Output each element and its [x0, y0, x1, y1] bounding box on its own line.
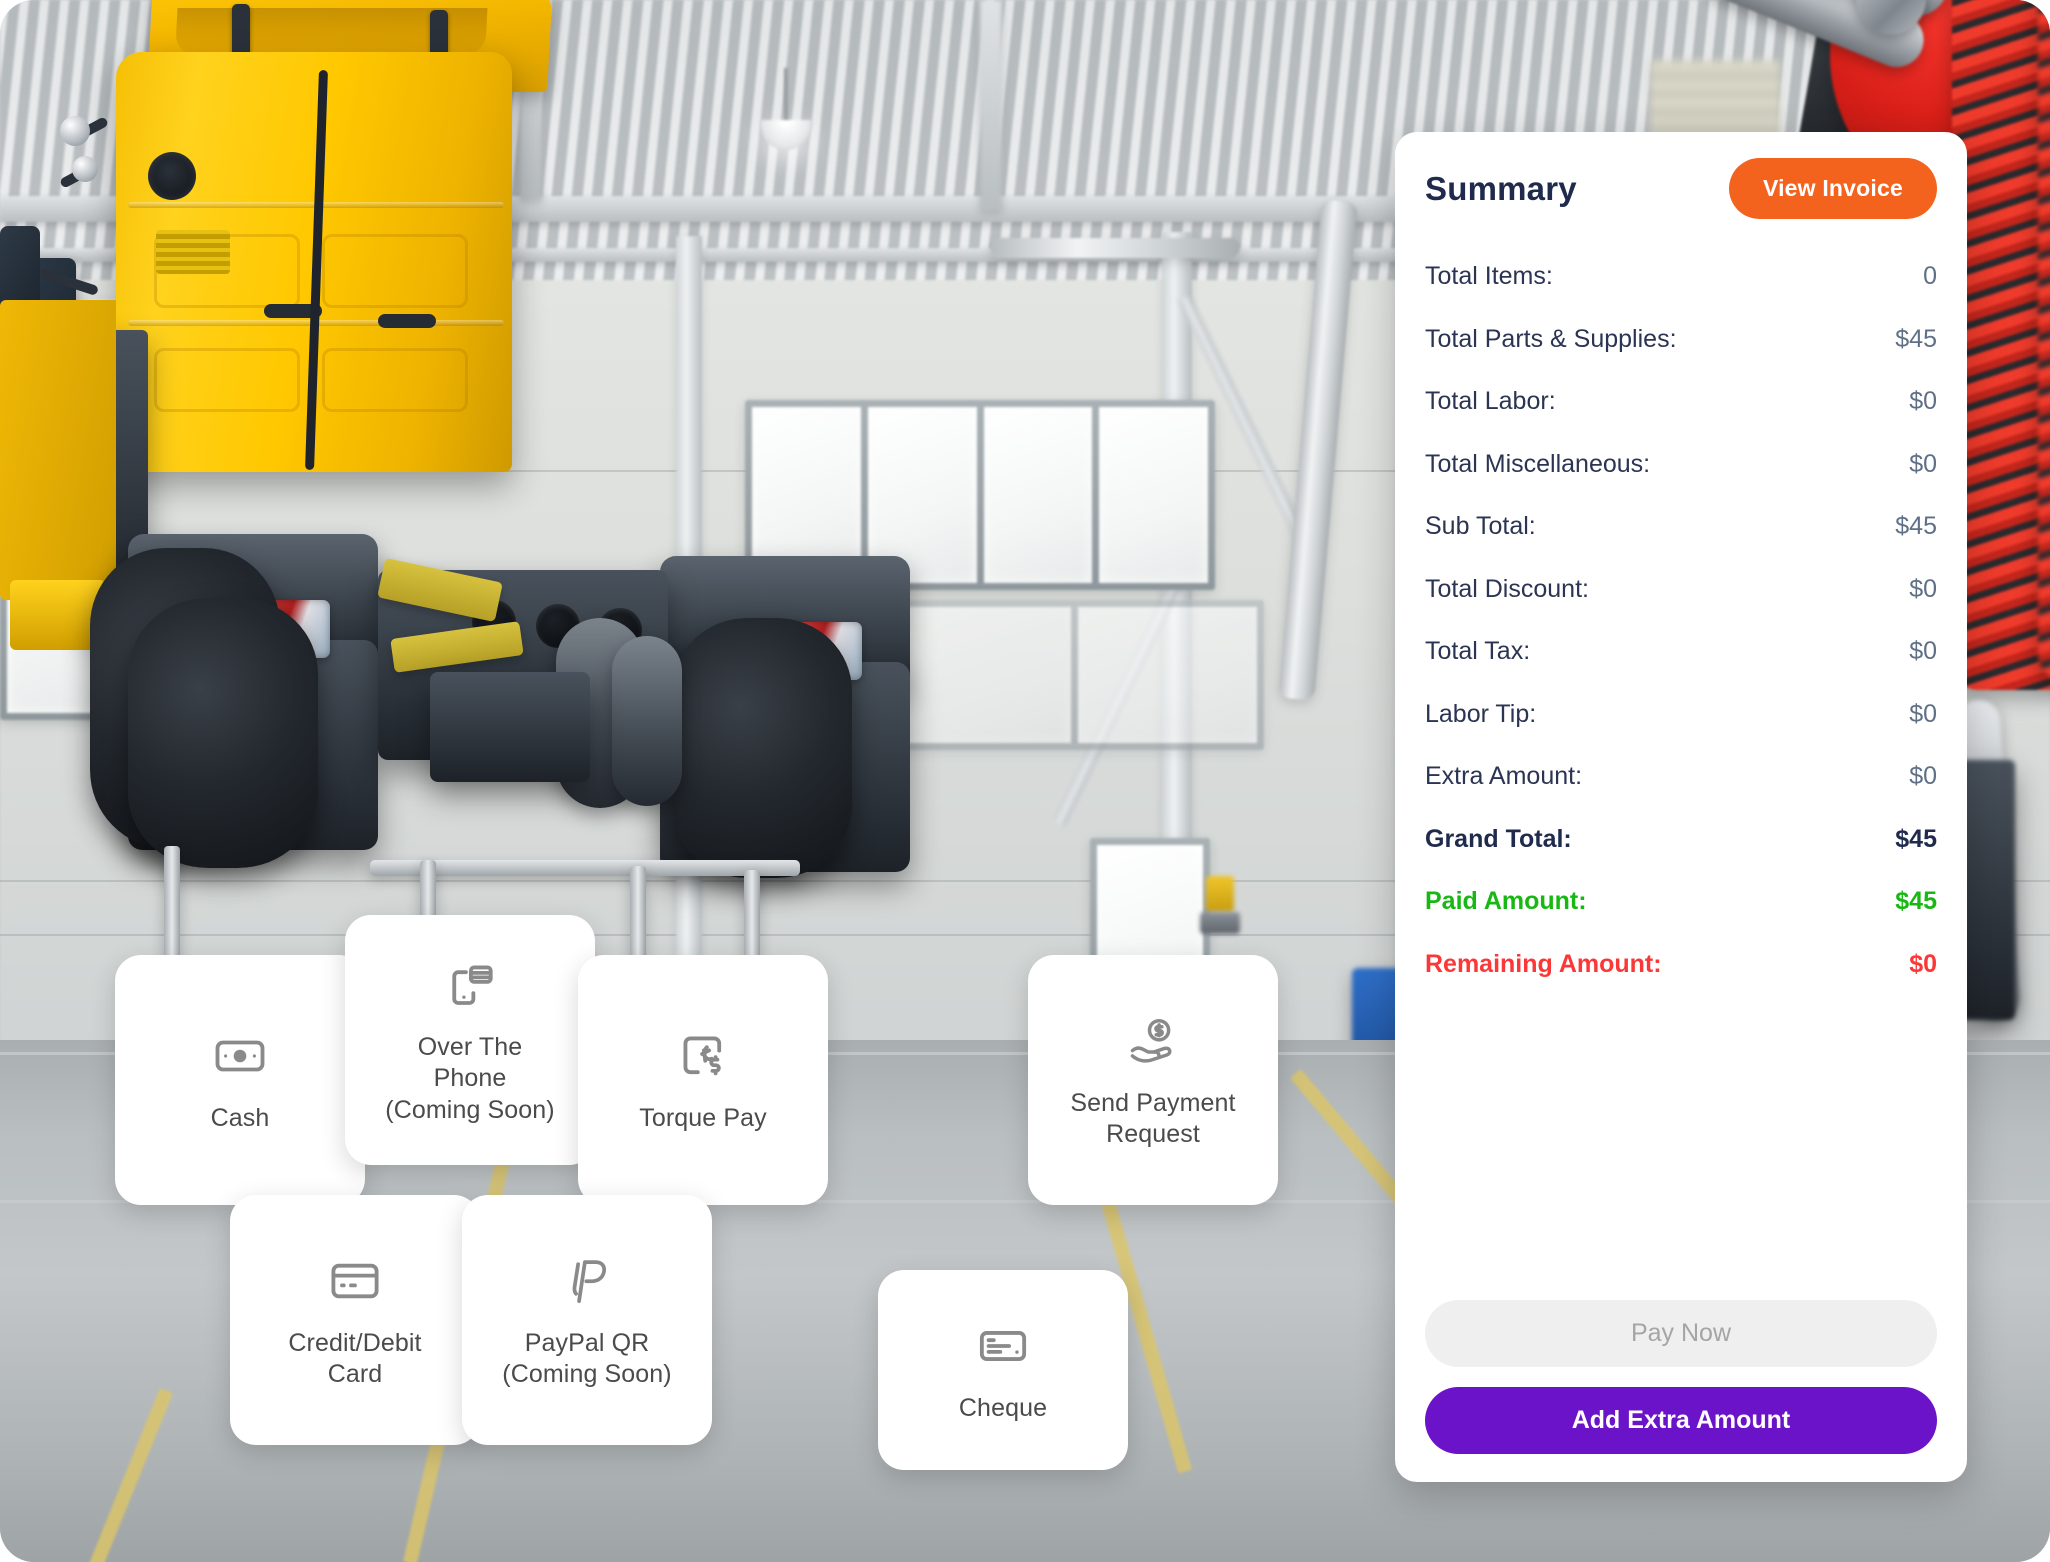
- summary-row-label: Extra Amount:: [1425, 762, 1583, 790]
- torque-pay-icon: [672, 1025, 734, 1087]
- summary-row-label: Sub Total:: [1425, 512, 1536, 540]
- summary-header: Summary View Invoice: [1425, 158, 1937, 219]
- payment-method-torque-pay[interactable]: Torque Pay: [578, 955, 828, 1205]
- banknote-icon: [209, 1025, 271, 1087]
- summary-row-value: $0: [1909, 449, 1937, 478]
- summary-row: Total Miscellaneous: $0: [1425, 433, 1937, 496]
- hand-coin-icon: [1122, 1010, 1184, 1072]
- cheque-icon: [972, 1315, 1034, 1377]
- summary-row-label: Labor Tip:: [1425, 699, 1537, 728]
- summary-row: Total Tax: $0: [1425, 620, 1937, 683]
- summary-row: Sub Total: $45: [1425, 495, 1937, 558]
- view-invoice-button[interactable]: View Invoice: [1728, 158, 1937, 219]
- truck-tire: [672, 618, 852, 878]
- summary-row: Paid Amount: $45: [1425, 870, 1937, 933]
- payment-method-label: Over The Phone (Coming Soon): [385, 1032, 555, 1124]
- summary-row-value: $45: [1895, 324, 1937, 353]
- wall-box: [1206, 876, 1234, 912]
- truck-door: [0, 300, 116, 600]
- air-tank: [612, 636, 682, 806]
- payment-method-cheque[interactable]: Cheque: [878, 1270, 1128, 1470]
- credit-card-icon: [324, 1250, 386, 1312]
- summary-row: Total Labor: $0: [1425, 370, 1937, 433]
- summary-title: Summary: [1425, 169, 1577, 207]
- summary-row-value: $0: [1909, 949, 1937, 978]
- summary-row-value: $45: [1895, 824, 1937, 853]
- payment-method-paypal-qr[interactable]: PayPal QR (Coming Soon): [462, 1195, 712, 1445]
- summary-row-label: Total Items:: [1425, 262, 1553, 290]
- summary-row: Extra Amount: $0: [1425, 745, 1937, 808]
- summary-row-value: $45: [1895, 512, 1937, 540]
- summary-row-value: $0: [1909, 574, 1937, 603]
- summary-row-value: 0: [1923, 262, 1937, 290]
- summary-row: Grand Total: $45: [1425, 808, 1937, 871]
- summary-row: Total Parts & Supplies: $45: [1425, 308, 1937, 371]
- pay-now-button[interactable]: Pay Now: [1425, 1300, 1937, 1367]
- payment-screen: Cash Over The Phone (Coming Soon) Torque…: [0, 0, 2050, 1562]
- coiled-hose: [2038, 0, 2050, 680]
- payment-method-cash[interactable]: Cash: [115, 955, 365, 1205]
- summary-row-label: Total Tax:: [1425, 637, 1531, 665]
- summary-row: Labor Tip: $0: [1425, 683, 1937, 746]
- mirror-knob: [72, 156, 98, 182]
- summary-row-label: Total Parts & Supplies:: [1425, 324, 1677, 353]
- payment-method-label: Cheque: [958, 1394, 1048, 1423]
- summary-row-value: $0: [1909, 762, 1937, 790]
- summary-row: Total Discount: $0: [1425, 558, 1937, 621]
- summary-row-value: $0: [1909, 637, 1937, 665]
- summary-rows: Total Items: 0 Total Parts & Supplies: $45 T…: [1425, 245, 1937, 1280]
- summary-actions: Pay Now Add Extra Amount: [1425, 1280, 1937, 1454]
- summary-row-label: Total Miscellaneous:: [1425, 449, 1651, 478]
- add-extra-amount-button[interactable]: Add Extra Amount: [1425, 1387, 1937, 1454]
- summary-row-label: Remaining Amount:: [1425, 949, 1662, 978]
- payment-method-label: Credit/Debit Card: [288, 1328, 422, 1389]
- mirror-knob: [60, 116, 90, 146]
- summary-row-value: $0: [1909, 699, 1937, 728]
- truck: [0, 0, 1200, 1298]
- payment-method-label: Send Payment Request: [1070, 1088, 1236, 1149]
- summary-panel: Summary View Invoice Total Items: 0 Total …: [1395, 132, 1967, 1482]
- payment-method-over-the-phone[interactable]: Over The Phone (Coming Soon): [345, 915, 595, 1165]
- payment-method-label: Torque Pay: [639, 1104, 767, 1133]
- summary-row-label: Total Discount:: [1425, 574, 1589, 603]
- truck-tire: [128, 598, 318, 868]
- paypal-icon: [556, 1250, 618, 1312]
- summary-row: Remaining Amount: $0: [1425, 933, 1937, 996]
- summary-row-value: $0: [1909, 387, 1937, 415]
- payment-method-credit-debit-card[interactable]: Credit/Debit Card: [230, 1195, 480, 1445]
- summary-row-label: Total Labor:: [1425, 387, 1556, 415]
- phone-card-icon: [439, 954, 501, 1016]
- summary-row-value: $45: [1895, 887, 1937, 915]
- payment-method-label: Cash: [210, 1104, 270, 1133]
- wall-box: [1200, 912, 1240, 934]
- payment-method-send-payment-request[interactable]: Send Payment Request: [1028, 955, 1278, 1205]
- truck-driveline: [430, 672, 590, 782]
- payment-method-label: PayPal QR (Coming Soon): [502, 1328, 672, 1389]
- summary-row-label: Grand Total:: [1425, 824, 1572, 853]
- summary-row: Total Items: 0: [1425, 245, 1937, 308]
- summary-row-label: Paid Amount:: [1425, 887, 1587, 915]
